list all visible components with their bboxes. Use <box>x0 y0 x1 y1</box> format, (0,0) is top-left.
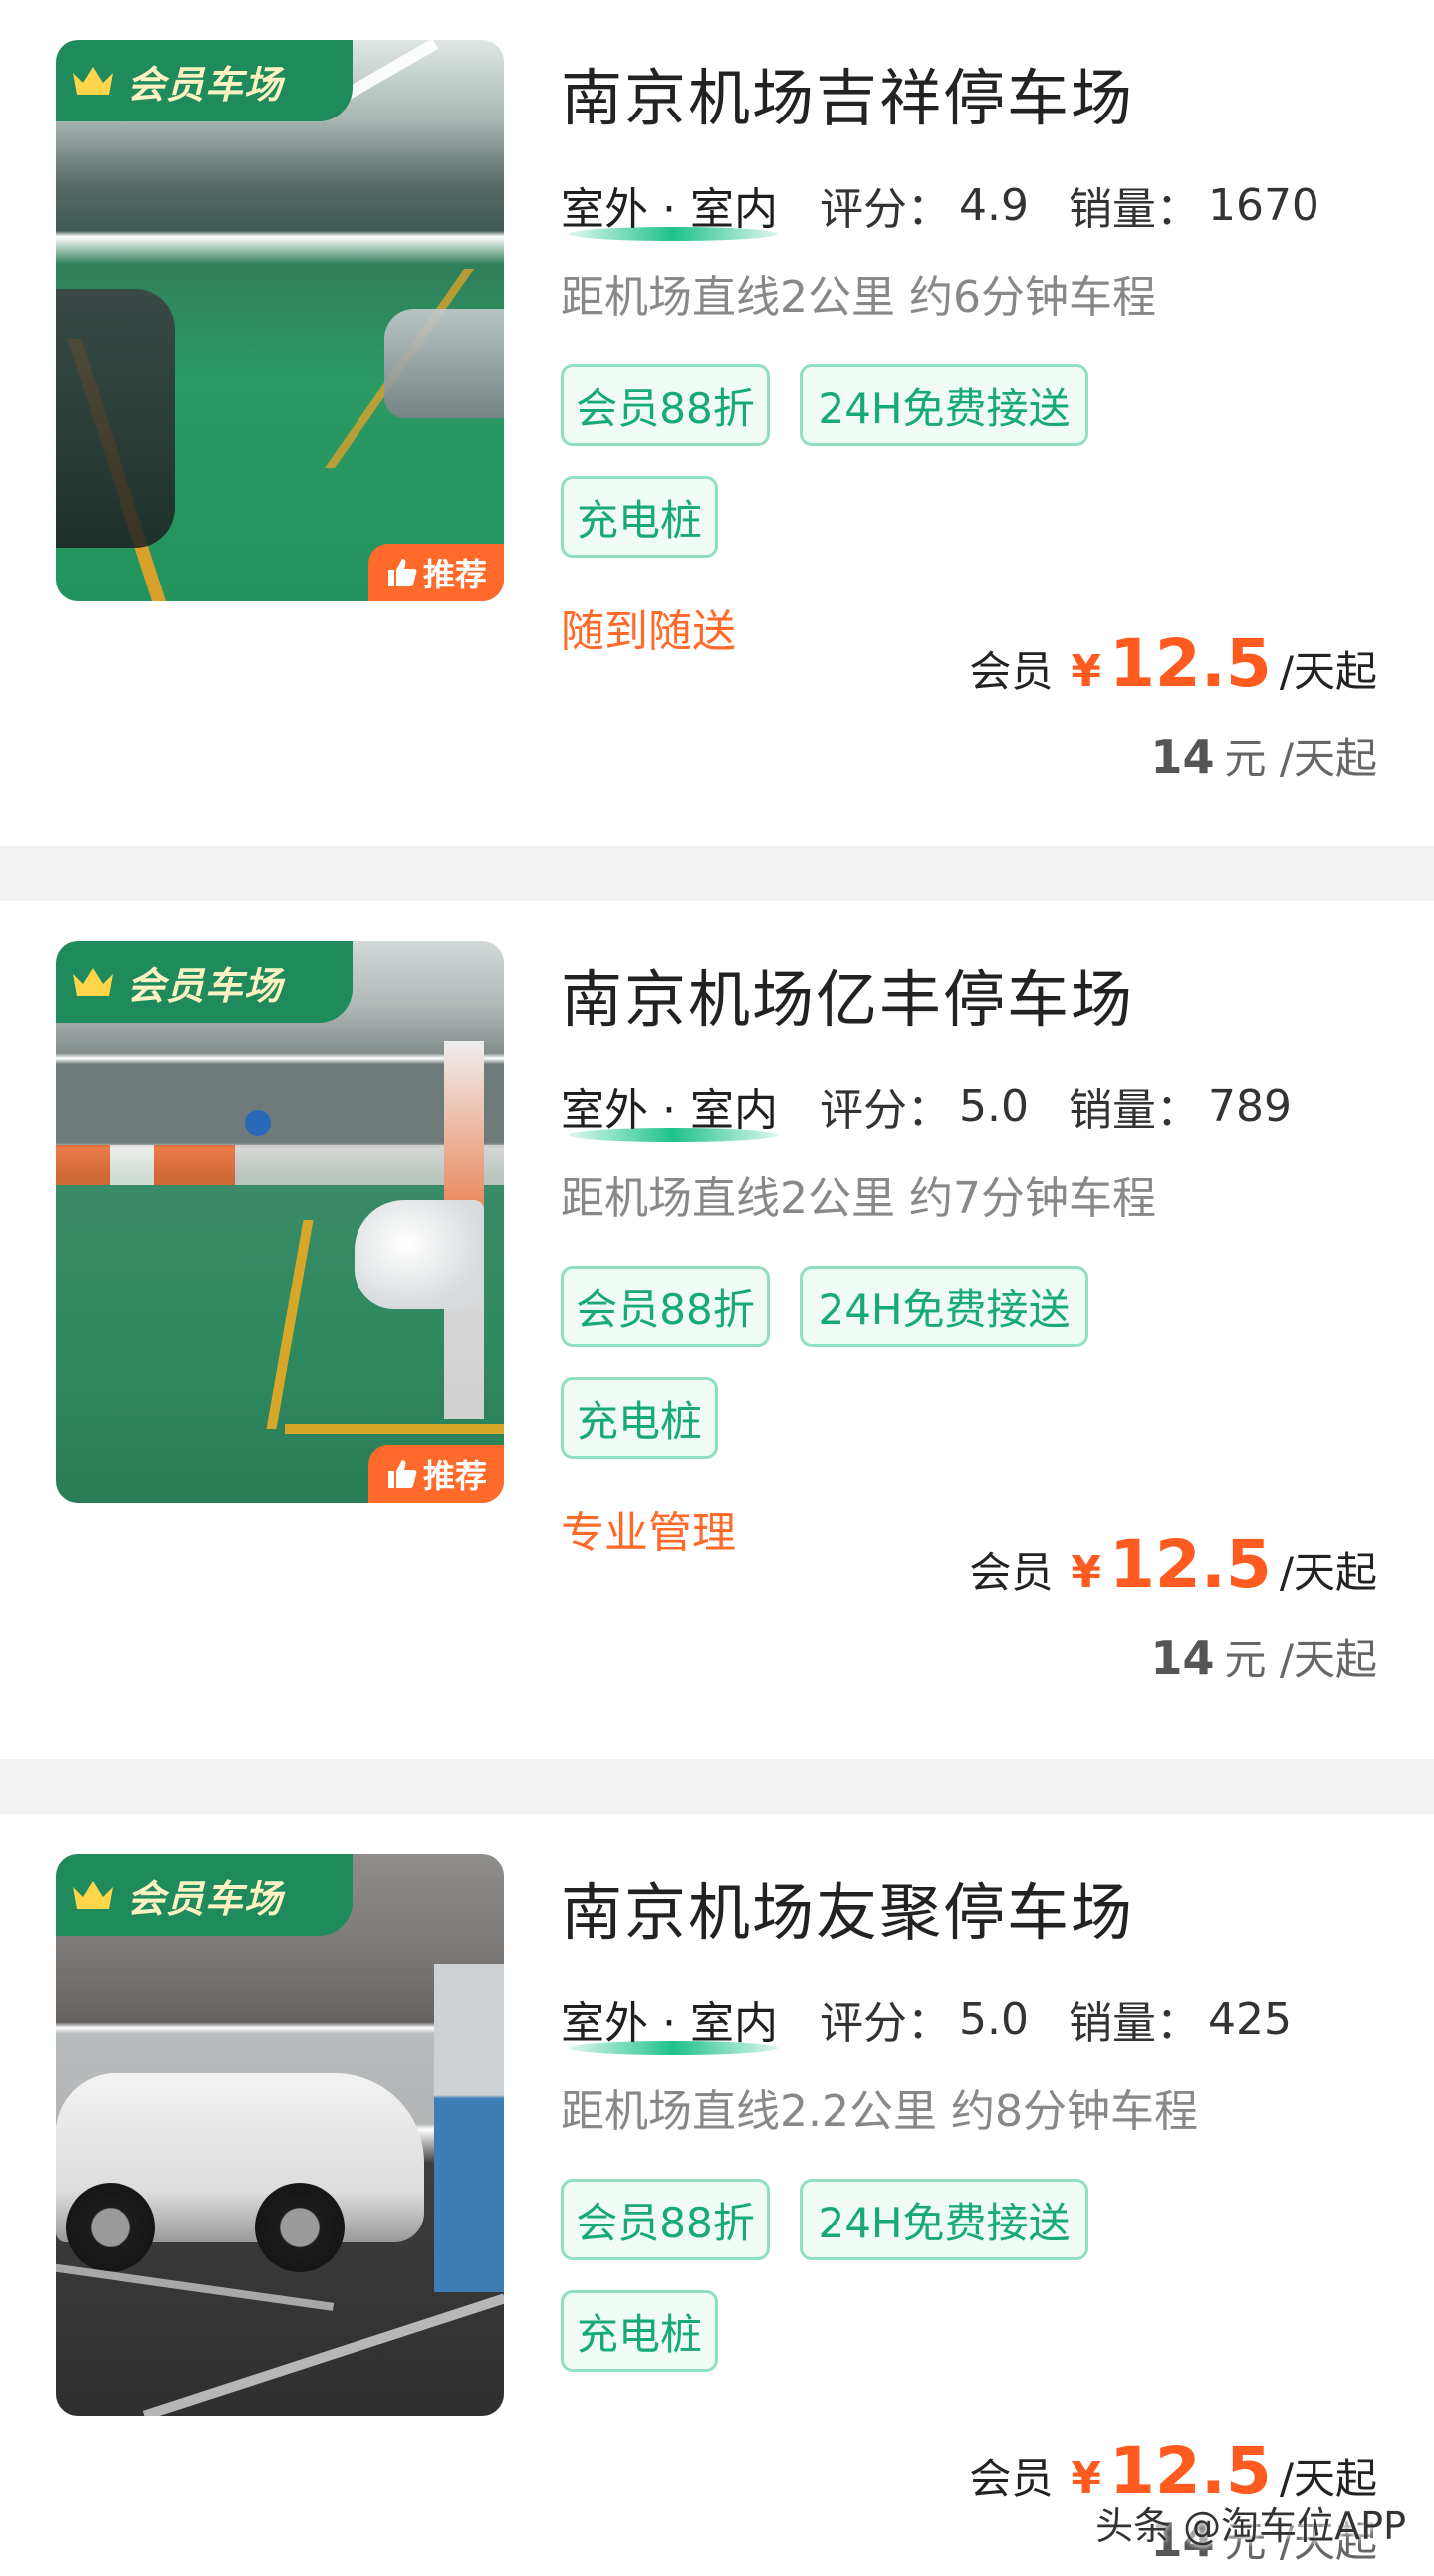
sales-label: 销量： <box>1068 1998 1200 2049</box>
sales-label: 销量： <box>1068 184 1200 235</box>
crown-icon <box>73 968 113 996</box>
original-price-value: 14 <box>1150 730 1215 784</box>
member-badge-label: 会员车场 <box>127 62 284 107</box>
recommend-badge: 推荐 <box>368 1445 504 1503</box>
tag-free-shuttle: 24H免费接送 <box>800 1266 1088 1347</box>
parking-lot-photo[interactable]: 会员车场 推荐 <box>56 40 504 601</box>
sales-label: 销量： <box>1068 1085 1200 1136</box>
garage-photo <box>56 1854 504 2416</box>
parking-lot-photo[interactable]: 会员车场 <box>56 1854 504 2416</box>
original-price: 14 元 /天起 <box>1150 1626 1377 1687</box>
tag-charging: 充电桩 <box>561 476 718 558</box>
garage-photo <box>56 941 504 1503</box>
score-value: 4.9 <box>958 179 1029 231</box>
garage-photo <box>56 40 504 601</box>
score-label: 评分： <box>819 1998 951 2049</box>
tag-member-discount: 会员88折 <box>561 364 770 446</box>
parking-lot-photo[interactable]: 会员车场 推荐 <box>56 941 504 1503</box>
original-price-unit: 元 /天起 <box>1224 734 1377 783</box>
score-label: 评分： <box>819 184 951 235</box>
recommend-label: 推荐 <box>422 1457 487 1495</box>
card-divider <box>0 1759 1434 1814</box>
original-price-unit: 元 /天起 <box>1224 1635 1377 1684</box>
parking-lot-card[interactable]: 会员车场 推荐 南京机场亿丰停车场 室外 · 室内 评分： 5.0 销量： 78… <box>0 901 1434 1759</box>
original-price: 14 元 /天起 <box>1150 725 1377 786</box>
price-value: 12.5 <box>1109 1526 1272 1603</box>
member-price: 会员 ¥ 12.5 /天起 <box>969 625 1377 702</box>
tag-free-shuttle: 24H免费接送 <box>800 2179 1088 2260</box>
original-price-value: 14 <box>1150 1631 1215 1685</box>
score-label: 评分： <box>819 1085 951 1136</box>
price-unit: /天起 <box>1279 647 1377 696</box>
feature-text: 随到随送 <box>561 606 736 657</box>
member-lot-badge: 会员车场 <box>56 40 353 121</box>
crown-icon <box>73 1881 113 1909</box>
crown-icon <box>73 67 113 95</box>
thumbs-up-icon <box>387 559 417 586</box>
member-price-label: 会员 <box>969 2455 1054 2503</box>
lot-name[interactable]: 南京机场吉祥停车场 <box>561 48 1134 137</box>
lot-name[interactable]: 南京机场亿丰停车场 <box>561 949 1134 1039</box>
tag-member-discount: 会员88折 <box>561 1266 770 1347</box>
feature-text: 专业管理 <box>561 1508 736 1558</box>
sales-value: 1670 <box>1207 179 1319 231</box>
currency-symbol: ¥ <box>1071 1547 1101 1598</box>
sales-value: 789 <box>1207 1080 1292 1132</box>
thumbs-up-icon <box>387 1460 417 1488</box>
score-value: 5.0 <box>958 1080 1029 1132</box>
lot-name[interactable]: 南京机场友聚停车场 <box>561 1862 1134 1952</box>
distance-text: 距机场直线2公里 约7分钟车程 <box>561 1173 1156 1224</box>
member-badge-label: 会员车场 <box>127 963 284 1008</box>
environment-label: 室外 · 室内 <box>561 1074 778 1142</box>
price-value: 12.5 <box>1109 625 1272 702</box>
member-badge-label: 会员车场 <box>127 1876 284 1921</box>
currency-symbol: ¥ <box>1071 646 1101 697</box>
distance-text: 距机场直线2公里 约6分钟车程 <box>561 272 1156 323</box>
lot-meta: 室外 · 室内 评分： 5.0 销量： 425 <box>561 1988 1292 2055</box>
price-unit: /天起 <box>1279 1548 1377 1597</box>
member-price-label: 会员 <box>969 1548 1054 1597</box>
watermark: 头条 @淘车位APP <box>1095 2504 1406 2548</box>
environment-label: 室外 · 室内 <box>561 173 778 241</box>
tag-charging: 充电桩 <box>561 2290 718 2372</box>
recommend-badge: 推荐 <box>368 544 504 601</box>
environment-label: 室外 · 室内 <box>561 1988 778 2055</box>
tag-free-shuttle: 24H免费接送 <box>800 364 1088 446</box>
parking-lot-card[interactable]: 会员车场 南京机场友聚停车场 室外 · 室内 评分： 5.0 销量： 425 距… <box>0 1814 1434 2576</box>
tag-member-discount: 会员88折 <box>561 2179 770 2260</box>
tag-charging: 充电桩 <box>561 1377 718 1459</box>
recommend-label: 推荐 <box>422 556 487 593</box>
lot-meta: 室外 · 室内 评分： 5.0 销量： 789 <box>561 1074 1292 1142</box>
distance-text: 距机场直线2.2公里 约8分钟车程 <box>561 2086 1198 2137</box>
parking-list-page: 会员车场 推荐 南京机场吉祥停车场 室外 · 室内 评分： 4.9 销量： 16… <box>0 0 1434 2576</box>
member-price-label: 会员 <box>969 647 1054 696</box>
sales-value: 425 <box>1207 1993 1292 2045</box>
lot-meta: 室外 · 室内 评分： 4.9 销量： 1670 <box>561 173 1319 241</box>
card-divider <box>0 846 1434 901</box>
parking-lot-card[interactable]: 会员车场 推荐 南京机场吉祥停车场 室外 · 室内 评分： 4.9 销量： 16… <box>0 0 1434 846</box>
member-lot-badge: 会员车场 <box>56 941 353 1023</box>
score-value: 5.0 <box>958 1993 1029 2045</box>
member-price: 会员 ¥ 12.5 /天起 <box>969 1526 1377 1603</box>
member-lot-badge: 会员车场 <box>56 1854 353 1936</box>
